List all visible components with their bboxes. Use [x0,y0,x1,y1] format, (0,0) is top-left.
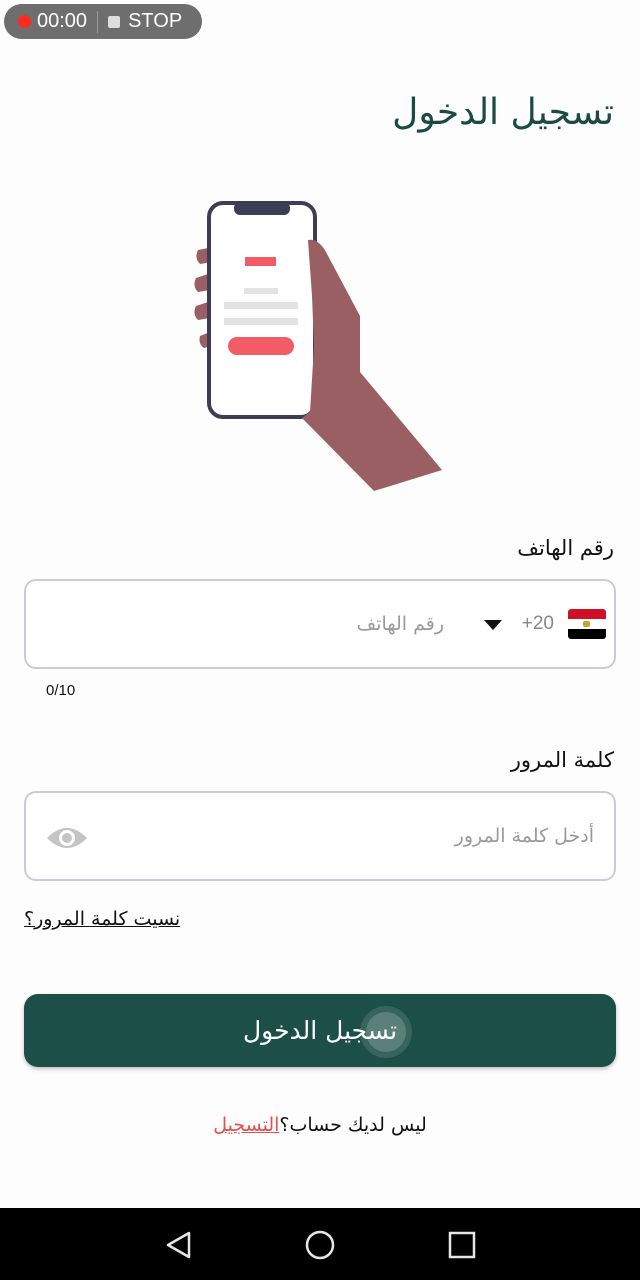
phone-in-hand-illustration [194,201,442,491]
recording-dot-icon [18,15,31,28]
country-dropdown-icon[interactable] [484,620,502,630]
phone-label: رقم الهاتف [517,536,614,560]
password-label: كلمة المرور [510,748,614,772]
login-button[interactable]: تسجيل الدخول [24,994,616,1067]
egypt-flag-icon[interactable] [568,609,606,639]
password-input[interactable]: أدخل كلمة المرور [24,791,616,881]
dial-code[interactable]: +20 [522,613,554,635]
page-title: تسجيل الدخول [392,92,614,133]
recorder-divider [97,10,99,33]
touch-indicator [366,1012,406,1052]
system-navigation-bar [0,1208,640,1280]
stop-square-icon [108,15,121,28]
password-placeholder: أدخل كلمة المرور [454,825,594,847]
show-password-eye-icon[interactable] [46,821,88,855]
signup-link[interactable]: التسجيل [213,1114,279,1136]
screen-recorder-pill[interactable]: 00:00 STOP [4,4,202,39]
phone-input[interactable]: +20 رقم الهاتف [24,579,616,669]
forgot-password-link[interactable]: نسيت كلمة المرور؟ [24,908,180,930]
phone-char-counter: 0/10 [46,682,76,699]
stop-recording-button[interactable]: STOP [128,10,182,33]
signup-row: ليس لديك حساب؟التسجيل [0,1114,640,1136]
home-icon[interactable] [304,1230,336,1260]
signup-prompt: ليس لديك حساب؟ [279,1114,427,1136]
recording-timer: 00:00 [37,10,88,32]
back-icon[interactable] [164,1230,192,1260]
phone-placeholder: رقم الهاتف [356,613,444,635]
recents-icon[interactable] [448,1230,476,1260]
